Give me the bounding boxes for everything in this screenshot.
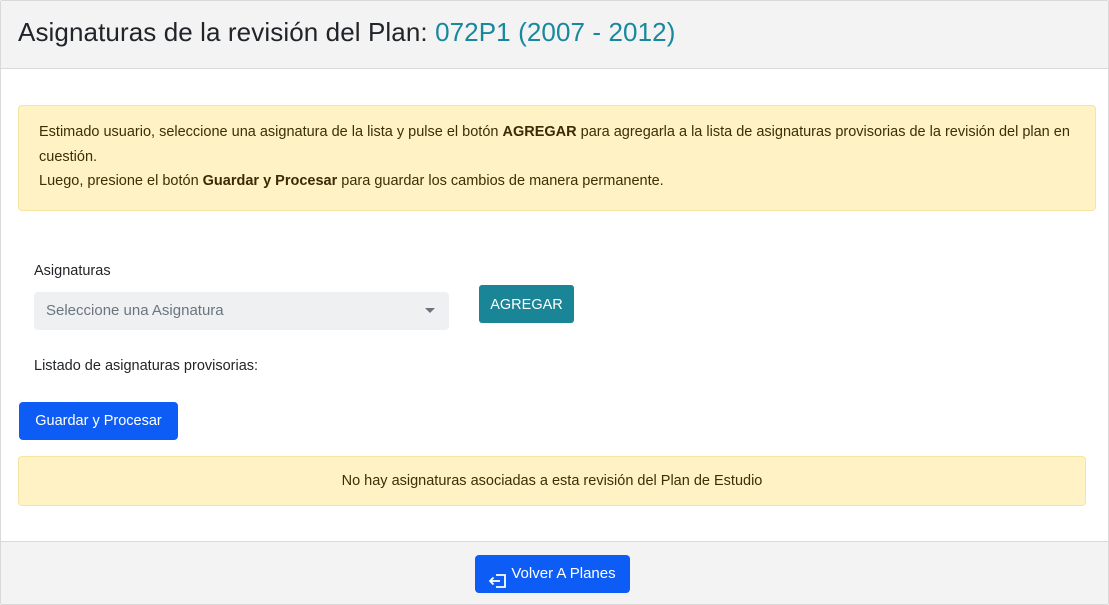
page-title: Asignaturas de la revisión del Plan: 072…	[18, 17, 675, 48]
subjects-card: Asignaturas de la revisión del Plan: 072…	[0, 0, 1109, 605]
page-title-text: Asignaturas de la revisión del Plan:	[18, 17, 428, 47]
card-footer: Volver A Planes	[1, 541, 1108, 604]
chevron-down-icon	[425, 308, 435, 313]
info-alert: Estimado usuario, seleccione una asignat…	[18, 105, 1096, 211]
subject-select[interactable]: Seleccione una Asignatura	[34, 292, 449, 330]
empty-list-alert: No hay asignaturas asociadas a esta revi…	[18, 456, 1086, 506]
info-line-2-post: para guardar los cambios de manera perma…	[337, 173, 664, 189]
info-line-1: Estimado usuario, seleccione una asignat…	[39, 120, 1085, 169]
info-line-2: Luego, presione el botón Guardar y Proce…	[39, 169, 1085, 194]
back-button-label: Volver A Planes	[511, 565, 616, 582]
sign-out-icon	[489, 566, 507, 588]
card-header: Asignaturas de la revisión del Plan: 072…	[1, 1, 1108, 69]
info-line-1-bold: AGREGAR	[502, 124, 577, 140]
provisional-list-label: Listado de asignaturas provisorias:	[34, 358, 259, 374]
back-to-plans-button[interactable]: Volver A Planes	[475, 555, 630, 593]
info-line-2-pre: Luego, presione el botón	[39, 173, 203, 189]
subject-select-placeholder: Seleccione una Asignatura	[46, 302, 224, 319]
plan-code: 072P1 (2007 - 2012)	[435, 17, 676, 47]
subjects-label: Asignaturas	[34, 263, 111, 279]
info-line-2-bold: Guardar y Procesar	[202, 173, 338, 189]
info-line-1-pre: Estimado usuario, seleccione una asignat…	[39, 124, 503, 140]
save-and-process-button[interactable]: Guardar y Procesar	[19, 402, 178, 440]
add-button[interactable]: AGREGAR	[479, 285, 574, 323]
